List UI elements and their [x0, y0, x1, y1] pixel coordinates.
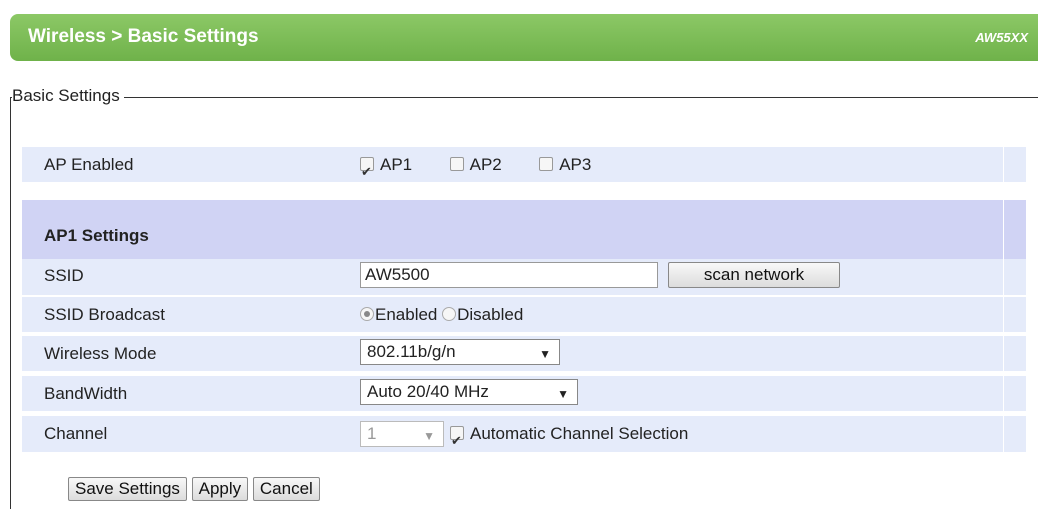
channel-select[interactable]: 1 ▼	[360, 421, 444, 447]
ap-enabled-options: AP1 AP2 AP3	[360, 147, 591, 189]
broadcast-disabled-option[interactable]: Disabled	[442, 305, 523, 324]
enabled-label: Enabled	[375, 305, 438, 324]
model-label: AW55XX	[975, 30, 1028, 45]
row-divider	[1003, 336, 1004, 371]
ssid-broadcast-options: Enabled Disabled	[360, 297, 523, 332]
fieldset-legend: Basic Settings	[12, 86, 124, 106]
cancel-button[interactable]: Cancel	[252, 477, 320, 501]
auto-channel-checkbox[interactable]	[450, 423, 464, 459]
wireless-mode-label: Wireless Mode	[44, 344, 157, 363]
ssid-row: SSID scan network	[22, 259, 1026, 295]
ap3-label: AP3	[559, 155, 592, 174]
ap1-checkbox[interactable]	[360, 154, 374, 189]
channel-label: Channel	[44, 424, 108, 443]
save-settings-button[interactable]: Save Settings	[68, 477, 187, 501]
row-divider	[1003, 200, 1004, 259]
ap-enabled-row: AP Enabled AP1 AP2 AP3	[22, 147, 1026, 189]
fieldset-border	[10, 97, 1038, 98]
ap3-checkbox[interactable]	[539, 156, 554, 171]
ssid-broadcast-row: SSID Broadcast Enabled Disabled	[22, 297, 1026, 332]
disabled-radio[interactable]	[442, 306, 457, 321]
ssid-input[interactable]	[360, 262, 658, 288]
ap2-label: AP2	[469, 155, 502, 174]
disabled-label: Disabled	[457, 305, 524, 324]
fieldset-border-left	[10, 97, 11, 509]
page-header: Wireless > Basic Settings AW55XX	[10, 14, 1038, 61]
row-divider	[1003, 297, 1004, 332]
ap2-checkbox[interactable]	[449, 156, 464, 171]
wireless-mode-select[interactable]: 802.11b/g/n ▼	[360, 339, 560, 365]
enabled-radio[interactable]	[360, 306, 374, 321]
dropdown-arrow-icon: ▼	[557, 387, 569, 401]
ap2-checkbox-group[interactable]: AP2	[449, 155, 502, 174]
ap3-checkbox-group[interactable]: AP3	[539, 155, 591, 174]
ap1-settings-heading: AP1 Settings	[44, 226, 149, 245]
ap1-checkbox-group[interactable]: AP1	[360, 154, 413, 189]
scan-network-button[interactable]: scan network	[668, 262, 840, 288]
auto-channel-label: Automatic Channel Selection	[470, 424, 689, 443]
channel-value: 1	[367, 424, 377, 443]
dropdown-arrow-icon: ▼	[539, 347, 551, 361]
wireless-mode-value: 802.11b/g/n	[367, 342, 456, 361]
row-divider	[1003, 259, 1004, 295]
ap-enabled-label: AP Enabled	[44, 155, 134, 174]
row-divider	[1003, 147, 1004, 182]
broadcast-enabled-option[interactable]: Enabled	[360, 305, 437, 324]
bandwidth-label: BandWidth	[44, 384, 128, 403]
bandwidth-row: BandWidth Auto 20/40 MHz ▼	[22, 376, 1026, 411]
row-divider	[1003, 416, 1004, 452]
action-buttons: Save Settings Apply Cancel	[68, 477, 320, 505]
ssid-broadcast-label: SSID Broadcast	[44, 305, 165, 324]
bandwidth-value: Auto 20/40 MHz	[367, 382, 489, 401]
row-divider	[1003, 376, 1004, 411]
apply-button[interactable]: Apply	[191, 477, 249, 501]
wireless-mode-row: Wireless Mode 802.11b/g/n ▼	[22, 336, 1026, 371]
ap1-label: AP1	[380, 155, 413, 174]
channel-row: Channel 1 ▼ Automatic Channel Selection	[22, 416, 1026, 459]
auto-channel-option[interactable]: Automatic Channel Selection	[450, 416, 689, 459]
ap1-settings-header: AP1 Settings	[22, 200, 1026, 259]
dropdown-arrow-icon: ▼	[423, 429, 435, 443]
page-title: Wireless > Basic Settings	[28, 26, 259, 47]
ssid-label: SSID	[44, 266, 84, 285]
bandwidth-select[interactable]: Auto 20/40 MHz ▼	[360, 379, 578, 405]
